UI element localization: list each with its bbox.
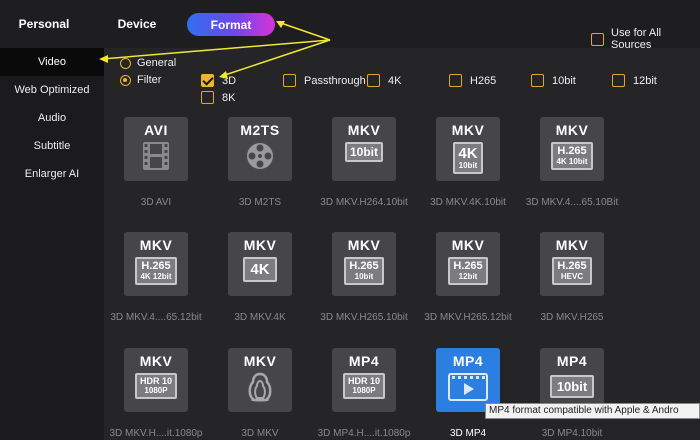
format-badge: 10bit <box>549 375 595 398</box>
filter-10bit-label: 10bit <box>552 74 576 87</box>
sidebar-item-audio[interactable]: Audio <box>0 104 104 132</box>
filter-8k[interactable]: 8K <box>201 91 235 104</box>
format-badge: 4K 10bit <box>453 142 483 174</box>
format-tile[interactable]: MKV 10bit <box>332 117 396 181</box>
tab-format[interactable]: Format <box>187 13 275 36</box>
format-tile[interactable]: MKV H.265 10bit <box>332 232 396 296</box>
format-label: 3D M2TS <box>238 197 282 208</box>
format-badge: 4K <box>243 257 277 282</box>
general-label: General <box>137 57 177 69</box>
format-label: 3D MKV.H265 <box>540 312 604 323</box>
mode-filter-option[interactable]: Filter <box>120 74 161 86</box>
filter-label: Filter <box>137 74 162 86</box>
filter-3d-label: 3D <box>222 74 237 87</box>
sidebar-item-video[interactable]: Video <box>0 48 104 76</box>
format-tile[interactable]: MKV H.265 4K 10bit <box>540 117 604 181</box>
format-label: 3D MKV.H....it.1080p <box>109 428 203 439</box>
format-tile[interactable]: MKV HDR 10 1080P <box>124 348 188 412</box>
filter-12bit-label: 12bit <box>633 74 657 87</box>
filter-12bit-checkbox[interactable] <box>612 74 625 87</box>
filter-3d[interactable]: 3D <box>201 74 236 87</box>
format-badge: H.265 4K 12bit <box>135 257 177 285</box>
use-all-sources-option[interactable]: Use for All Sources <box>591 27 700 51</box>
format-label: 3D MKV.4K.10bit <box>430 197 506 208</box>
format-label: 3D MKV <box>241 428 279 439</box>
format-badge: HDR 10 1080P <box>342 373 385 399</box>
format-label: 3D MP4.H....it.1080p <box>317 428 411 439</box>
format-tile[interactable]: M2TS <box>228 117 292 181</box>
format-label: 3D MKV.H265.12bit <box>424 312 512 323</box>
format-tile[interactable]: MKV H.265 12bit <box>436 232 500 296</box>
format-tile[interactable]: MKV 4K <box>228 232 292 296</box>
film-strip-icon <box>143 142 169 170</box>
format-badge: H.265 12bit <box>448 257 488 285</box>
filter-passthrough-label: Passthrough <box>304 74 366 87</box>
format-tile[interactable]: MKV H.265 HEVC <box>540 232 604 296</box>
filter-12bit[interactable]: 12bit <box>612 74 657 87</box>
filter-h265-label: H265 <box>470 74 497 87</box>
filter-8k-checkbox[interactable] <box>201 91 214 104</box>
filter-8k-label: 8K <box>222 91 236 104</box>
mode-general-option[interactable]: General <box>120 57 176 69</box>
use-all-sources-label: Use for All Sources <box>611 27 662 51</box>
sidebar-item-subtitle[interactable]: Subtitle <box>0 132 104 160</box>
format-label: 3D MP4.10bit <box>541 428 603 439</box>
general-radio[interactable] <box>120 57 131 69</box>
format-tooltip: MP4 format compatible with Apple & Andro <box>485 403 700 419</box>
sidebar-item-web-optimized[interactable]: Web Optimized <box>0 76 104 104</box>
format-tile[interactable]: AVI <box>124 117 188 181</box>
sidebar: Video Web Optimized Audio Subtitle Enlar… <box>0 48 104 440</box>
format-badge: 10bit <box>344 142 383 162</box>
filter-h265-checkbox[interactable] <box>449 74 462 87</box>
format-tile[interactable]: MKV 4K 10bit <box>436 117 500 181</box>
format-tile[interactable]: MKV H.265 4K 12bit <box>124 232 188 296</box>
filter-3d-checkbox[interactable] <box>201 74 214 87</box>
format-tile[interactable]: MKV <box>228 348 292 412</box>
format-label: 3D MKV.4....65.10Bit <box>525 197 619 208</box>
format-label: 3D AVI <box>140 197 172 208</box>
sidebar-item-enlarger-ai[interactable]: Enlarger AI <box>0 160 104 188</box>
filter-4k-label: 4K <box>388 74 402 87</box>
tab-device[interactable]: Device <box>104 12 170 36</box>
format-label: 3D MKV.4....65.12bit <box>110 312 202 323</box>
format-badge: H.265 4K 10bit <box>551 142 593 170</box>
filter-passthrough-checkbox[interactable] <box>283 74 296 87</box>
filter-4k[interactable]: 4K <box>367 74 401 87</box>
filter-passthrough[interactable]: Passthrough <box>283 74 366 87</box>
filter-h265[interactable]: H265 <box>449 74 496 87</box>
tab-personal[interactable]: Personal <box>0 0 88 48</box>
format-label: 3D MKV.H264.10bit <box>320 197 408 208</box>
filter-10bit[interactable]: 10bit <box>531 74 576 87</box>
filter-10bit-checkbox[interactable] <box>531 74 544 87</box>
format-badge: HDR 10 1080P <box>134 373 177 399</box>
format-tile[interactable]: MP4 HDR 10 1080P <box>332 348 396 412</box>
format-label-selected: 3D MP4 <box>449 428 487 439</box>
format-badge: H.265 10bit <box>344 257 384 285</box>
film-reel-icon <box>247 143 273 169</box>
format-badge: H.265 HEVC <box>552 257 592 285</box>
format-label: 3D MKV.H265.10bit <box>320 312 408 323</box>
video-play-icon <box>448 373 488 401</box>
format-label: 3D MKV.4K <box>234 312 286 323</box>
matryoshka-icon <box>248 372 272 402</box>
filter-radio[interactable] <box>120 74 131 86</box>
filter-4k-checkbox[interactable] <box>367 74 380 87</box>
use-all-sources-checkbox[interactable] <box>591 32 604 46</box>
top-bar: Personal Device Format Use for All Sourc… <box>0 0 700 51</box>
